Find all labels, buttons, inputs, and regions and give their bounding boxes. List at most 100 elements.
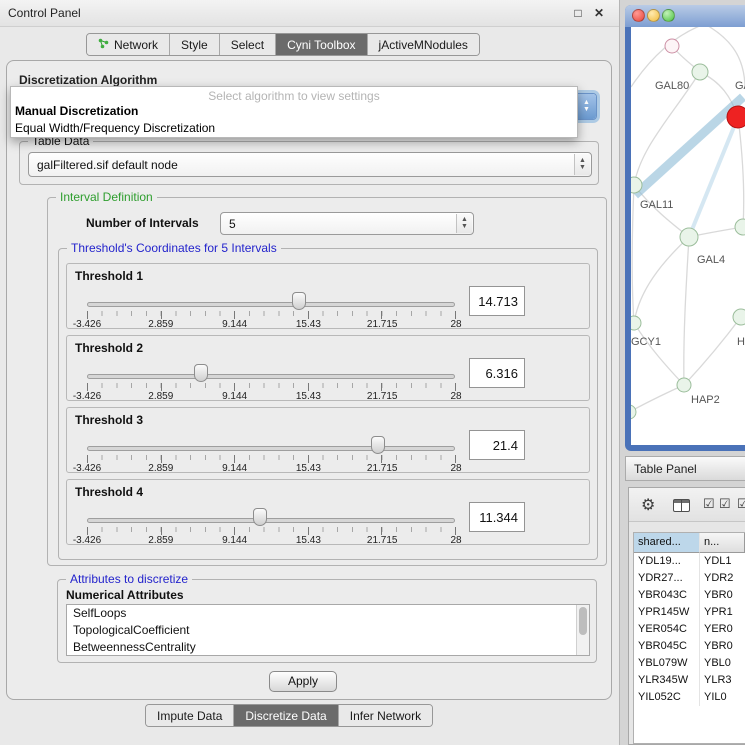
table-cell[interactable]: YIL0 xyxy=(700,689,745,706)
table-cell[interactable]: YDL19... xyxy=(634,553,700,570)
slider-track[interactable] xyxy=(87,518,455,523)
table-header-row: shared...n... xyxy=(634,533,745,553)
algorithm-section-label: Discretization Algorithm xyxy=(19,73,157,87)
algorithm-option[interactable]: Equal Width/Frequency Discretization xyxy=(11,120,577,137)
slider-track[interactable] xyxy=(87,302,455,307)
extra-checkbox-icon[interactable]: ☑ xyxy=(737,496,745,512)
minimize-traffic-icon[interactable] xyxy=(647,9,660,22)
network-node[interactable] xyxy=(631,316,641,330)
table-cell[interactable]: YBR045C xyxy=(634,638,700,655)
attributes-scrollbar[interactable] xyxy=(576,605,589,655)
scrollbar-thumb[interactable] xyxy=(579,607,587,635)
table-row[interactable]: YBR045CYBR0 xyxy=(634,638,745,655)
close-traffic-icon[interactable] xyxy=(632,9,645,22)
threshold-slider[interactable]: -3.4262.8599.14415.4321.71528 xyxy=(87,516,455,544)
algorithm-option[interactable]: Manual Discretization xyxy=(11,103,577,120)
tab-style[interactable]: Style xyxy=(170,34,220,55)
slider-track[interactable] xyxy=(87,446,455,451)
threshold-row: Threshold 2 6.316 -3.4262.8599.14415.432… xyxy=(66,335,590,401)
attributes-list[interactable]: SelfLoopsTopologicalCoefficientBetweenne… xyxy=(66,604,590,656)
threshold-slider[interactable]: -3.4262.8599.14415.4321.71528 xyxy=(87,300,455,328)
network-node[interactable] xyxy=(733,309,745,325)
table-row[interactable]: YBL079WYBL0 xyxy=(634,655,745,672)
table-cell[interactable]: YBR0 xyxy=(700,587,745,604)
apply-button[interactable]: Apply xyxy=(269,671,337,692)
bottom-tab-infer-network[interactable]: Infer Network xyxy=(339,705,432,726)
column-header[interactable]: n... xyxy=(700,533,745,553)
table-row[interactable]: YER054CYER0 xyxy=(634,621,745,638)
table-cell[interactable]: YBR043C xyxy=(634,587,700,604)
thresholds-group-label: Threshold's Coordinates for 5 Intervals xyxy=(67,241,281,255)
select-checkbox-icon[interactable]: ☑ xyxy=(703,496,715,512)
threshold-value-field[interactable]: 6.316 xyxy=(469,358,525,388)
table-cell[interactable]: YBL079W xyxy=(634,655,700,672)
table-cell[interactable]: YLR3 xyxy=(700,672,745,689)
network-node[interactable] xyxy=(631,405,636,419)
threshold-value-field[interactable]: 14.713 xyxy=(469,286,525,316)
dropdown-stepper-icon[interactable]: ▲▼ xyxy=(456,214,472,233)
float-window-icon[interactable]: □ xyxy=(570,5,586,21)
network-canvas[interactable]: GAL80GAL4GAL11GAL4GCY1HAP1HAP2 xyxy=(631,27,745,445)
table-row[interactable]: YIL052CYIL0 xyxy=(634,689,745,706)
tab-network[interactable]: Network xyxy=(87,34,170,55)
network-node[interactable] xyxy=(727,106,745,128)
threshold-value-field[interactable]: 11.344 xyxy=(469,502,525,532)
close-icon[interactable]: ✕ xyxy=(591,5,607,21)
table-cell[interactable]: YIL052C xyxy=(634,689,700,706)
table-row[interactable]: YLR345WYLR3 xyxy=(634,672,745,689)
threshold-value-field[interactable]: 21.4 xyxy=(469,430,525,460)
threshold-label: Threshold 4 xyxy=(75,485,143,499)
table-cell[interactable]: YPR145W xyxy=(634,604,700,621)
num-intervals-dropdown[interactable]: 5 ▲▼ xyxy=(220,212,474,235)
table-cell[interactable]: YBR0 xyxy=(700,638,745,655)
network-node-label: GAL11 xyxy=(640,199,673,211)
table-cell[interactable]: YBL0 xyxy=(700,655,745,672)
table-cell[interactable]: YLR345W xyxy=(634,672,700,689)
network-window-titlebar[interactable] xyxy=(625,5,745,27)
attribute-list-item[interactable]: SelfLoops xyxy=(67,605,589,622)
threshold-slider[interactable]: -3.4262.8599.14415.4321.71528 xyxy=(87,372,455,400)
slider-thumb-icon[interactable] xyxy=(253,508,267,526)
slider-thumb-icon[interactable] xyxy=(371,436,385,454)
network-node[interactable] xyxy=(677,378,691,392)
attribute-list-item[interactable]: TopologicalCoefficient xyxy=(67,622,589,639)
network-node[interactable] xyxy=(631,177,642,193)
select-all-checkbox-icon[interactable]: ☑ xyxy=(719,496,731,512)
bottom-tab-impute-data[interactable]: Impute Data xyxy=(146,705,234,726)
table-panel-title: Table Panel xyxy=(634,462,697,476)
network-node[interactable] xyxy=(735,219,745,235)
num-intervals-label: Number of Intervals xyxy=(86,216,199,230)
tab-cyni-toolbox[interactable]: Cyni Toolbox xyxy=(276,34,367,55)
slider-track[interactable] xyxy=(87,374,455,379)
table-row[interactable]: YPR145WYPR1 xyxy=(634,604,745,621)
network-node[interactable] xyxy=(692,64,708,80)
table-row[interactable]: YDR27...YDR2 xyxy=(634,570,745,587)
slider-thumb-icon[interactable] xyxy=(194,364,208,382)
network-node[interactable] xyxy=(665,39,679,53)
table-panel-header[interactable]: Table Panel xyxy=(625,456,745,481)
scale-label: 9.144 xyxy=(222,391,247,402)
table-row[interactable]: YBR043CYBR0 xyxy=(634,587,745,604)
table-data-dropdown[interactable]: galFiltered.sif default node ▲▼ xyxy=(28,152,592,177)
attribute-list-item[interactable]: BetweennessCentrality xyxy=(67,639,589,656)
table-cell[interactable]: YER0 xyxy=(700,621,745,638)
dropdown-stepper-icon[interactable]: ▲▼ xyxy=(577,94,596,119)
table-cell[interactable]: YDL1 xyxy=(700,553,745,570)
table-cell[interactable]: YPR1 xyxy=(700,604,745,621)
tab-jactivemnodules[interactable]: jActiveMNodules xyxy=(368,34,479,55)
columns-icon[interactable] xyxy=(673,499,690,512)
network-canvas-svg[interactable]: GAL80GAL4GAL11GAL4GCY1HAP1HAP2 xyxy=(631,27,745,445)
column-header[interactable]: shared... xyxy=(634,533,700,553)
dropdown-stepper-icon[interactable]: ▲▼ xyxy=(574,154,590,175)
table-cell[interactable]: YDR2 xyxy=(700,570,745,587)
tab-select[interactable]: Select xyxy=(220,34,276,55)
table-cell[interactable]: YDR27... xyxy=(634,570,700,587)
table-row[interactable]: YDL19...YDL1 xyxy=(634,553,745,570)
table-cell[interactable]: YER054C xyxy=(634,621,700,638)
bottom-tab-discretize-data[interactable]: Discretize Data xyxy=(234,705,338,726)
network-node[interactable] xyxy=(680,228,698,246)
zoom-traffic-icon[interactable] xyxy=(662,9,675,22)
threshold-slider[interactable]: -3.4262.8599.14415.4321.71528 xyxy=(87,444,455,472)
slider-thumb-icon[interactable] xyxy=(292,292,306,310)
gear-icon[interactable]: ⚙ xyxy=(641,495,655,515)
